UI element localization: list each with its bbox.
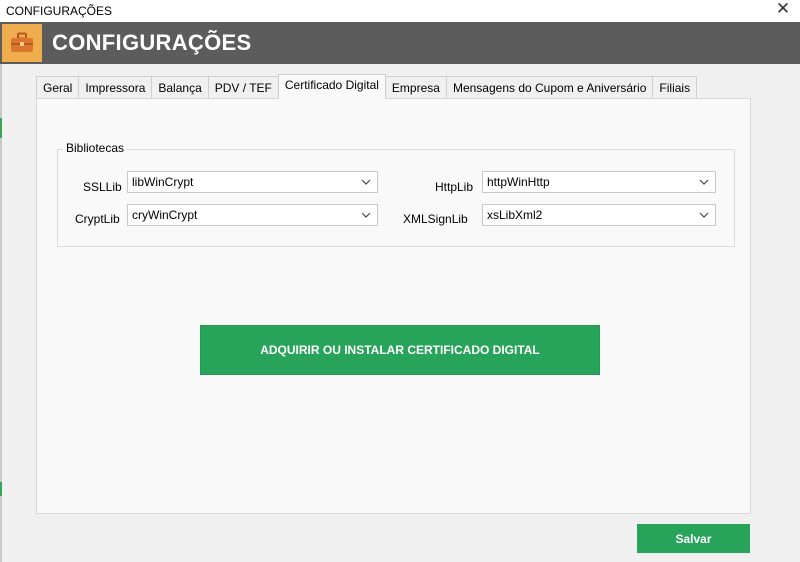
- group-label: Bibliotecas: [63, 141, 128, 155]
- tab-pdv-tef[interactable]: PDV / TEF: [207, 76, 279, 98]
- close-icon[interactable]: ✕: [774, 0, 792, 20]
- xmlsignlib-value: xsLibXml2: [487, 208, 543, 222]
- xmlsignlib-label: XMLSignLib: [403, 212, 468, 226]
- chevron-down-icon: [699, 179, 709, 185]
- window-title: CONFIGURAÇÕES: [6, 4, 113, 18]
- window-titlebar: CONFIGURAÇÕES ✕: [0, 0, 800, 22]
- ssllib-select[interactable]: libWinCrypt: [127, 171, 378, 193]
- httplib-select[interactable]: httpWinHttp: [482, 171, 716, 193]
- edge-marker: [0, 482, 2, 496]
- page-title: CONFIGURAÇÕES: [52, 30, 252, 55]
- chevron-down-icon: [361, 179, 371, 185]
- chevron-down-icon: [361, 212, 371, 218]
- tab-filiais[interactable]: Filiais: [652, 76, 698, 98]
- cryptlib-select[interactable]: cryWinCrypt: [127, 204, 378, 226]
- ssllib-label: SSLLib: [83, 180, 122, 194]
- cryptlib-label: CryptLib: [75, 212, 120, 226]
- install-certificate-button[interactable]: ADQUIRIR OU INSTALAR CERTIFICADO DIGITAL: [200, 325, 600, 375]
- ssllib-value: libWinCrypt: [132, 175, 194, 189]
- tab-impressora[interactable]: Impressora: [78, 76, 153, 98]
- left-edge: [0, 64, 2, 562]
- tab-panel-certificado: Bibliotecas SSLLib libWinCrypt CryptLib …: [36, 98, 751, 514]
- tab-balanca[interactable]: Balança: [151, 76, 209, 98]
- bibliotecas-group: [57, 149, 735, 247]
- save-button[interactable]: Salvar: [637, 524, 750, 553]
- cryptlib-value: cryWinCrypt: [132, 208, 198, 222]
- xmlsignlib-select[interactable]: xsLibXml2: [482, 204, 716, 226]
- tab-empresa[interactable]: Empresa: [384, 76, 447, 98]
- briefcase-icon: [2, 24, 42, 62]
- header-banner: CONFIGURAÇÕES: [0, 22, 800, 64]
- httplib-label: HttpLib: [435, 180, 474, 194]
- tab-bar: Geral Impressora Balança PDV / TEF Certi…: [36, 74, 698, 99]
- tab-geral[interactable]: Geral: [36, 76, 80, 98]
- chevron-down-icon: [699, 212, 709, 218]
- tab-certificado-digital[interactable]: Certificado Digital: [277, 74, 386, 99]
- tab-mensagens[interactable]: Mensagens do Cupom e Aniversário: [445, 76, 654, 98]
- httplib-value: httpWinHttp: [487, 175, 550, 189]
- edge-marker: [0, 118, 2, 138]
